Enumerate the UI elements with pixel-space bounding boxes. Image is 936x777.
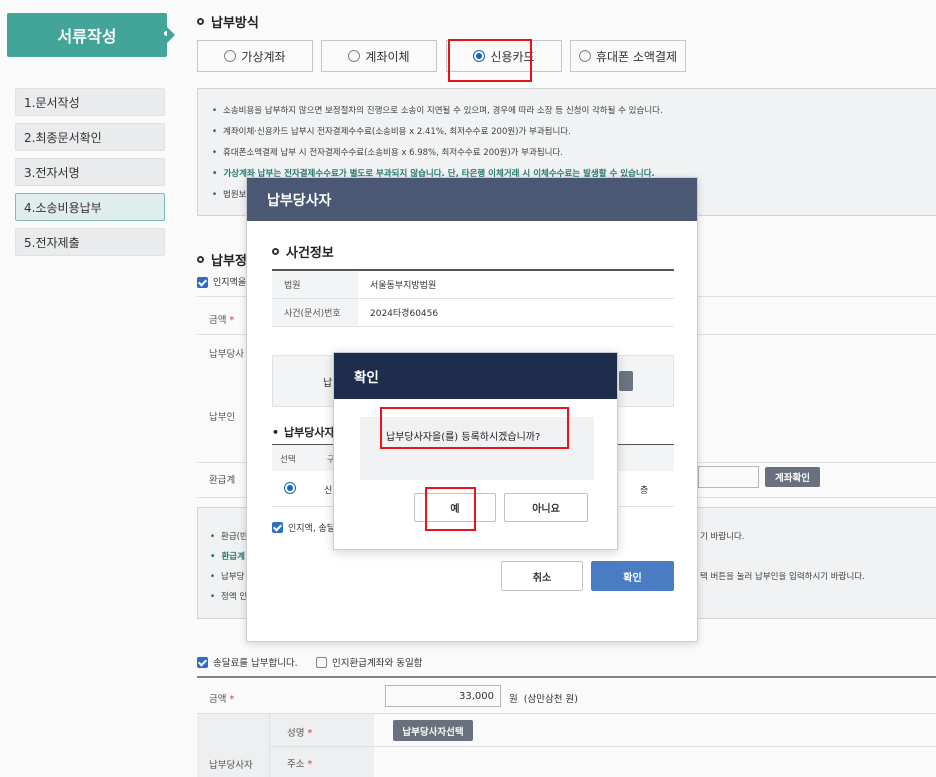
yes-button[interactable]: 예 [414,493,496,522]
case-info-title-text: 사건정보 [286,246,334,261]
case-info-table: 법원 서울동부지방법원 사건(문서)번호 2024타경60456 [272,269,674,327]
col-select-label: 선택 [280,455,296,465]
case-info-row: 법원 서울동부지방법원 [272,271,674,299]
confirm-dialog-title: 확인 [354,370,379,386]
payer-search-button-edge [619,371,633,391]
confirm-button[interactable]: 확인 [591,561,674,591]
case-info-title: 사건정보 [272,242,334,261]
case-number-value: 2024타경60456 [370,309,439,319]
payer-row-fragment-right: 층 [640,486,649,496]
agree-checkbox-label: 인지액, 송달 [288,524,336,534]
payer-row-fragment: 신 [324,486,333,496]
checkbox-checked-icon [272,522,283,533]
case-info-row: 사건(문서)번호 2024타경60456 [272,299,674,327]
court-value: 서울동부지방법원 [370,281,437,291]
confirm-dialog-header: 확인 [334,353,617,399]
cancel-button[interactable]: 취소 [501,561,583,591]
payer-modal-header: 납부당사자 [247,178,697,221]
no-button[interactable]: 아니요 [504,493,588,522]
court-label: 법원 [272,271,358,298]
circle-bullet-icon [272,248,279,255]
payer-list-title: • 납부당사자 [272,426,335,439]
confirm-message-box [360,417,594,480]
confirm-message: 납부당사자을(를) 등록하시겠습니까? [386,432,541,443]
confirm-dialog: 확인 납부당사자을(를) 등록하시겠습니까? 예 아니요 [333,352,618,550]
payer-modal-title: 납부당사자 [267,192,332,209]
payer-search-button-fragment[interactable]: 납 [323,374,332,389]
radio-checked-icon[interactable] [284,482,296,494]
case-number-label: 사건(문서)번호 [272,299,358,326]
agree-checkbox[interactable]: 인지액, 송달 [272,521,335,534]
